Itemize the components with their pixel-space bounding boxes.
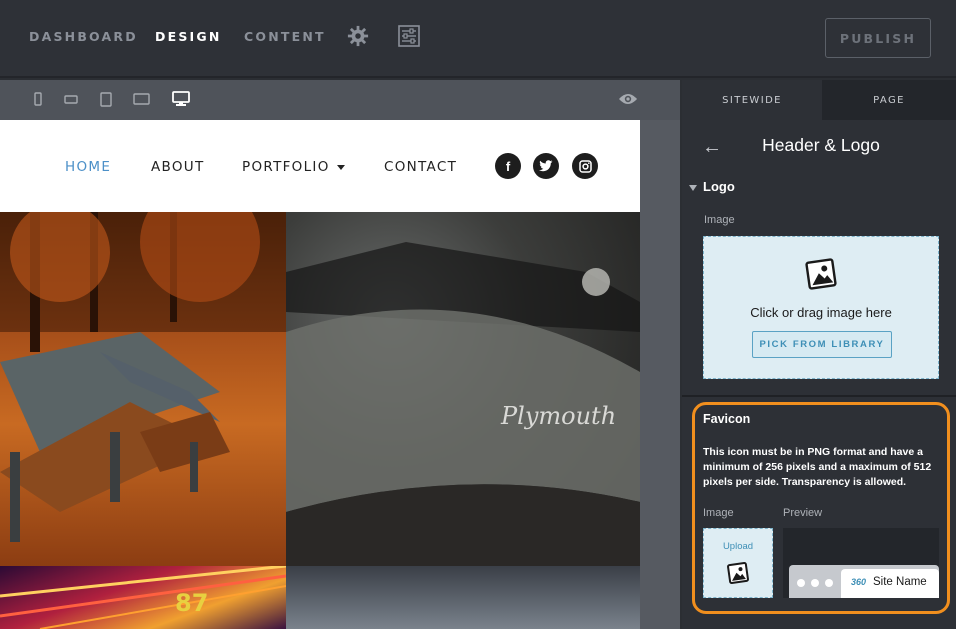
car-illustration: Plymouth <box>286 242 640 566</box>
sky-photo[interactable] <box>286 566 640 629</box>
instagram-icon[interactable] <box>572 153 598 179</box>
phone-landscape-icon[interactable] <box>64 95 78 104</box>
twitter-icon[interactable] <box>533 153 559 179</box>
eye-icon[interactable] <box>618 91 638 107</box>
window-dot <box>797 579 805 587</box>
window-dot <box>811 579 819 587</box>
favicon-logo: 360 <box>851 577 867 587</box>
panel-title: Header & Logo <box>762 135 880 155</box>
menu-portfolio-label: PORTFOLIO <box>242 159 330 175</box>
favicon-preview-label: Preview <box>783 507 823 519</box>
phone-portrait-icon[interactable] <box>34 92 42 106</box>
vintage-car-photo[interactable]: Plymouth <box>286 212 640 566</box>
logo-dropzone[interactable]: Click or drag image here PICK FROM LIBRA… <box>703 236 939 379</box>
section-divider <box>682 395 956 397</box>
upload-label: Upload <box>722 541 754 552</box>
gear-icon[interactable] <box>347 25 369 47</box>
tablet-portrait-icon[interactable] <box>100 92 112 107</box>
car-badge-text: Plymouth <box>500 402 616 430</box>
lights-number-text: 87 <box>175 589 208 617</box>
favicon-description: This icon must be in PNG format and have… <box>703 446 932 488</box>
menu-portfolio[interactable]: PORTFOLIO <box>242 159 345 175</box>
browser-tab-strip: 360 Site Name <box>789 565 939 598</box>
site-preview[interactable]: HOME ABOUT PORTFOLIO CONTACT f Plymouth … <box>0 120 640 629</box>
nav-design[interactable]: DESIGN <box>155 29 222 44</box>
device-toolbar <box>0 80 680 120</box>
logo-image-label: Image <box>704 214 735 226</box>
top-navigation-bar: DASHBOARD DESIGN CONTENT PUBLISH <box>0 0 956 78</box>
image-icon <box>727 562 749 584</box>
light-trails-illustration: 87 <box>0 566 286 629</box>
menu-contact[interactable]: CONTACT <box>384 159 457 175</box>
light-trails-photo[interactable]: 87 <box>0 566 286 629</box>
menu-home[interactable]: HOME <box>65 159 111 175</box>
logo-section-toggle[interactable]: Logo <box>689 179 735 194</box>
canvas-gutter <box>640 120 680 629</box>
browser-site-tab: 360 Site Name <box>841 569 939 598</box>
favicon-title: Favicon <box>703 412 751 426</box>
autumn-bench-photo[interactable] <box>0 212 286 566</box>
favicon-image-label: Image <box>703 507 734 519</box>
settings-panel: SITEWIDE PAGE ← Header & Logo Logo Image… <box>682 80 956 629</box>
twitter-bird-glyph <box>539 160 553 172</box>
nav-dashboard[interactable]: DASHBOARD <box>29 29 138 44</box>
preview-site-name: Site Name <box>873 576 927 588</box>
pick-from-library-button[interactable]: PICK FROM LIBRARY <box>752 331 892 358</box>
panel-tabs: SITEWIDE PAGE <box>682 80 956 120</box>
triangle-down-icon <box>689 184 697 191</box>
instagram-camera-glyph <box>578 159 592 173</box>
facebook-icon[interactable]: f <box>495 153 521 179</box>
editor-canvas: HOME ABOUT PORTFOLIO CONTACT f Plymouth … <box>0 80 680 629</box>
desktop-icon[interactable] <box>172 91 190 107</box>
site-header[interactable]: HOME ABOUT PORTFOLIO CONTACT f <box>0 120 640 212</box>
tablet-landscape-icon[interactable] <box>133 93 150 105</box>
tab-page[interactable]: PAGE <box>822 80 956 120</box>
menu-about[interactable]: ABOUT <box>151 159 205 175</box>
bench-illustration <box>0 212 286 542</box>
favicon-upload-dropzone[interactable]: Upload <box>703 528 773 598</box>
nav-content[interactable]: CONTENT <box>244 29 326 44</box>
panel-settings-icon[interactable] <box>398 25 420 47</box>
tab-sitewide[interactable]: SITEWIDE <box>682 80 822 120</box>
caret-down-icon <box>336 164 345 170</box>
publish-button[interactable]: PUBLISH <box>825 18 931 58</box>
logo-section-heading: Logo <box>703 179 735 194</box>
image-icon <box>805 258 837 290</box>
favicon-preview: 360 Site Name <box>783 528 939 598</box>
window-dot <box>825 579 833 587</box>
dropzone-text: Click or drag image here <box>750 305 892 320</box>
